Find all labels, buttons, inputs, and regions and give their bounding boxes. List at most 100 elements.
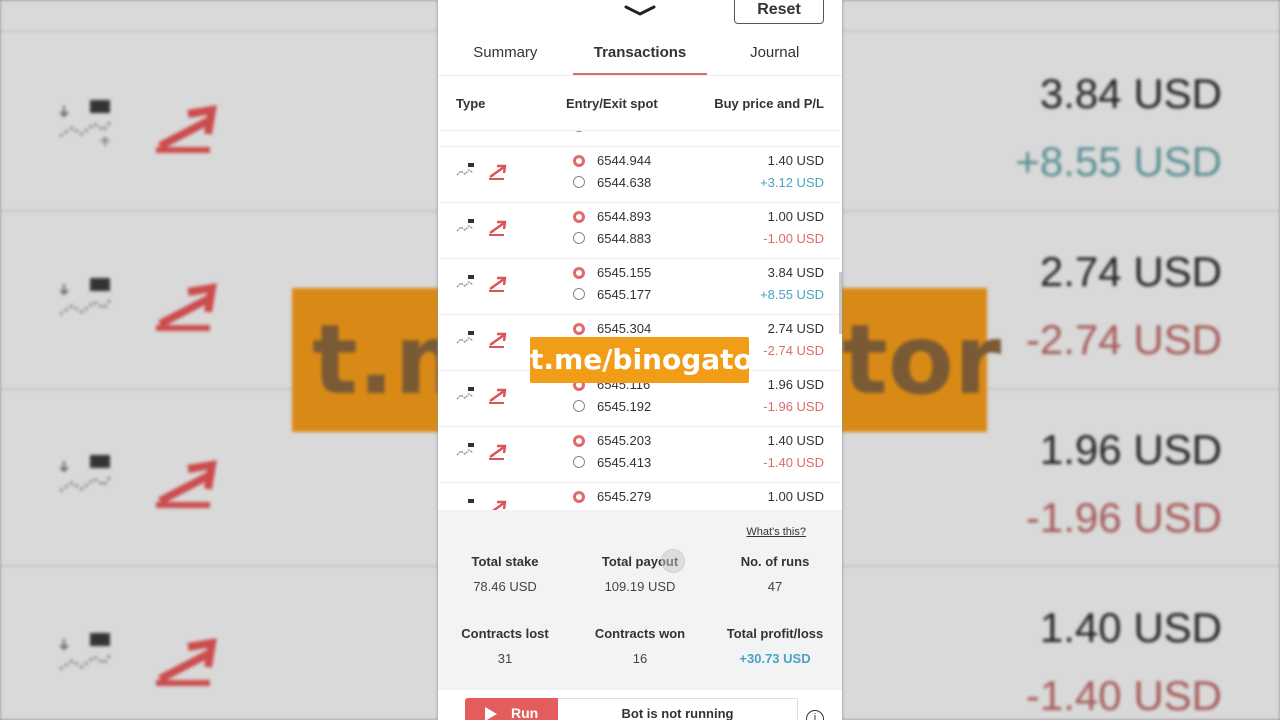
run-button[interactable]: Run (465, 698, 558, 720)
trade-type-icon (456, 443, 507, 460)
entry-spot-icon (573, 155, 585, 167)
info-icon[interactable]: i (806, 710, 824, 720)
background-value: 1.40 USD (1039, 604, 1222, 651)
exit-spot: 6545.192 (597, 399, 652, 414)
column-price: Buy price and P/L (714, 95, 824, 111)
tab-summary[interactable]: Summary (438, 32, 573, 75)
chevron-down-icon[interactable] (624, 4, 656, 18)
entry-spot-icon (573, 491, 585, 503)
panel-topbar: Reset (438, 0, 842, 32)
total-profit-loss-label: Total profit/loss (726, 626, 824, 641)
background-type-icons (60, 278, 217, 331)
contracts-lost: Contracts lost 31 (438, 626, 572, 666)
trade-type-icon (468, 499, 507, 510)
table-header: Type Entry/Exit spot Buy price and P/L (438, 76, 842, 131)
run-button-label: Run (511, 705, 539, 720)
contracts-lost-label: Contracts lost (461, 626, 549, 641)
background-value: 3.84 USD (1039, 70, 1222, 117)
entry-spot: 6545.155 (597, 265, 652, 280)
background-type-icons (60, 455, 217, 508)
table-row[interactable]: 6544.893 6544.883 1.00 USD -1.00 USD (438, 203, 842, 259)
column-spot: Entry/Exit spot (566, 95, 658, 111)
background-value: -1.96 USD (1025, 494, 1222, 541)
exit-spot-icon (573, 131, 585, 132)
trade-type-icon (456, 331, 507, 348)
buy-price: 3.84 USD (767, 265, 824, 280)
tab-journal[interactable]: Journal (707, 32, 842, 75)
bot-status: Bot is not running (558, 698, 798, 720)
profit-loss: -1.96 USD (763, 399, 824, 414)
exit-spot-icon (573, 176, 585, 188)
play-icon (485, 707, 497, 720)
touch-indicator (661, 549, 685, 573)
contracts-lost-value: 31 (497, 651, 513, 666)
table-row[interactable] (438, 131, 842, 147)
profit-loss: +3.12 USD (760, 175, 824, 190)
contracts-won-value: 16 (632, 651, 648, 666)
entry-spot: 6545.203 (597, 433, 652, 448)
trade-type-icon (456, 275, 507, 292)
transactions-list[interactable]: 6544.944 6544.638 1.40 USD +3.12 USD 654… (438, 131, 842, 510)
trade-type-icon (456, 163, 507, 180)
total-profit-loss-value: +30.73 USD (739, 651, 811, 666)
whats-this-link[interactable]: What's this? (746, 526, 806, 538)
runs-label: No. of runs (740, 554, 810, 569)
profit-loss: +8.55 USD (760, 287, 824, 302)
buy-price: 2.74 USD (767, 321, 824, 336)
entry-spot-icon (573, 435, 585, 447)
profit-loss: -1.00 USD (763, 231, 824, 246)
exit-spot-icon (573, 400, 585, 412)
watermark-label: t.me/binogator (530, 337, 767, 383)
number-of-runs: No. of runs 47 (708, 554, 842, 594)
profit-loss: -2.74 USD (763, 343, 824, 358)
active-tab-indicator (573, 73, 707, 75)
runs-value: 47 (767, 579, 783, 594)
entry-spot: 6545.279 (597, 489, 652, 504)
entry-spot-icon (573, 267, 585, 279)
tab-transactions[interactable]: Transactions (573, 32, 708, 75)
table-row[interactable]: 6545.279 1.00 USD (438, 483, 842, 510)
background-watermark-left: t.m (292, 288, 438, 432)
entry-spot: 6545.304 (597, 321, 652, 336)
background-value: -1.40 USD (1025, 672, 1222, 719)
buy-price: 1.96 USD (767, 377, 824, 392)
total-stake-value: 78.46 USD (473, 579, 537, 594)
exit-spot-icon (573, 288, 585, 300)
total-stake-label: Total stake (471, 554, 539, 569)
exit-spot: 6544.638 (597, 175, 652, 190)
total-stake: Total stake 78.46 USD (438, 554, 572, 594)
total-payout: Total payout 109.19 USD (573, 554, 707, 594)
total-profit-loss: Total profit/loss +30.73 USD (708, 626, 842, 666)
exit-spot: 6544.883 (597, 231, 652, 246)
exit-spot-icon (573, 232, 585, 244)
background-value: 2.74 USD (1039, 248, 1222, 295)
background-value: 1.96 USD (1039, 426, 1222, 473)
total-payout-value: 109.19 USD (604, 579, 676, 594)
buy-price: 1.00 USD (767, 209, 824, 224)
background-type-icons (60, 633, 217, 686)
total-payout-label: Total payout (601, 554, 679, 569)
table-row[interactable]: 6544.944 6544.638 1.40 USD +3.12 USD (438, 147, 842, 203)
reset-button[interactable]: Reset (734, 0, 824, 24)
background-watermark-right: tor (842, 288, 1001, 432)
contracts-won-label: Contracts won (594, 626, 686, 641)
tab-bar: Summary Transactions Journal (438, 32, 842, 76)
trade-type-icon (456, 219, 507, 236)
table-row[interactable]: 6545.155 6545.177 3.84 USD +8.55 USD (438, 259, 842, 315)
buy-price: 1.00 USD (767, 489, 824, 504)
entry-spot-icon (573, 323, 585, 335)
exit-spot: 6545.413 (597, 455, 652, 470)
entry-spot-icon (573, 211, 585, 223)
background-value: -2.74 USD (1025, 316, 1222, 363)
table-row[interactable]: 6545.203 6545.413 1.40 USD -1.40 USD (438, 427, 842, 483)
column-type: Type (456, 95, 486, 111)
background-right: tor 3.84 USD +8.55 USD 2.74 USD -2.74 US… (842, 0, 1280, 720)
buy-price: 1.40 USD (767, 433, 824, 448)
contracts-won: Contracts won 16 (573, 626, 707, 666)
run-bar: Run Bot is not running i (438, 690, 842, 720)
exit-spot-icon (573, 456, 585, 468)
background-value: +8.55 USD (1015, 138, 1222, 185)
list-scrollbar[interactable] (839, 272, 842, 334)
background-type-icons (60, 100, 217, 153)
buy-price: 1.40 USD (767, 153, 824, 168)
